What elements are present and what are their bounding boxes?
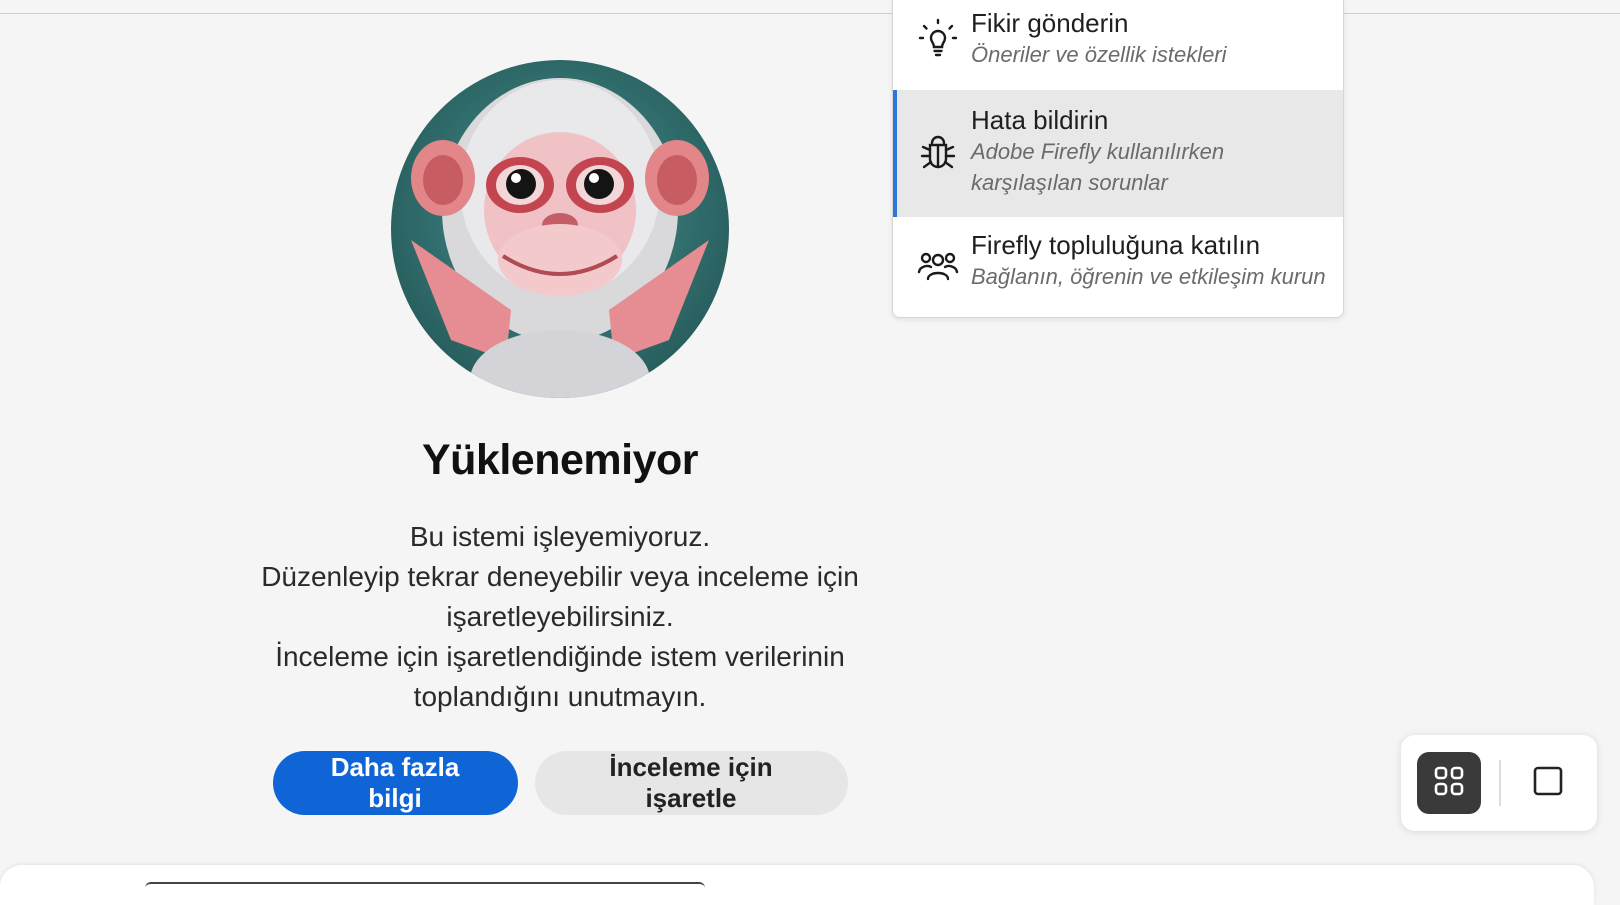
flag-for-review-button[interactable]: İnceleme için işaretle <box>534 751 848 815</box>
menu-item-community[interactable]: Firefly topluluğuna katılın Bağlanın, öğ… <box>893 217 1343 317</box>
view-switcher <box>1401 735 1597 831</box>
menu-item-report-bug[interactable]: Hata bildirin Adobe Firefly kullanılırke… <box>893 90 1343 217</box>
menu-item-subtitle: karşılaşılan sorunlar <box>971 170 1168 195</box>
menu-item-subtitle: Adobe Firefly kullanılırken <box>971 139 1225 164</box>
error-message: Bu istemi işleyemiyoruz. Düzenleyip tekr… <box>261 517 859 717</box>
grid-view-button[interactable] <box>1417 752 1481 814</box>
menu-item-title: Fikir gönderin <box>971 8 1129 38</box>
error-line: Düzenleyip tekrar deneyebilir veya incel… <box>261 561 859 592</box>
help-menu: Fikir gönderin Öneriler ve özellik istek… <box>892 0 1344 318</box>
menu-item-text: Fikir gönderin Öneriler ve özellik istek… <box>971 7 1227 70</box>
menu-item-text: Firefly topluluğuna katılın Bağlanın, öğ… <box>971 229 1326 292</box>
prompt-bar <box>0 865 1594 905</box>
menu-item-text: Hata bildirin Adobe Firefly kullanılırke… <box>971 104 1224 198</box>
menu-item-subtitle: Bağlanın, öğrenin ve etkileşim kurun <box>971 264 1326 289</box>
single-view-icon <box>1532 765 1564 802</box>
error-panel: Yüklenemiyor Bu istemi işleyemiyoruz. Dü… <box>225 60 895 815</box>
lightbulb-icon <box>917 17 959 59</box>
community-icon <box>917 245 959 287</box>
error-line: toplandığını unutmayın. <box>413 681 707 712</box>
menu-item-title: Firefly topluluğuna katılın <box>971 230 1261 260</box>
menu-item-feedback[interactable]: Fikir gönderin Öneriler ve özellik istek… <box>893 0 1343 90</box>
top-border <box>0 0 1620 14</box>
error-title: Yüklenemiyor <box>422 436 699 484</box>
bug-icon <box>917 132 959 174</box>
menu-item-subtitle: Öneriler ve özellik istekleri <box>971 42 1227 67</box>
error-line: işaretleyebilirsiniz. <box>446 601 674 632</box>
error-line: Bu istemi işleyemiyoruz. <box>409 521 711 552</box>
error-line: İnceleme için işaretlendiğinde istem ver… <box>275 641 845 672</box>
menu-item-title: Hata bildirin <box>971 105 1109 135</box>
single-view-button[interactable] <box>1516 752 1580 814</box>
error-actions: Daha fazla bilgi İnceleme için işaretle <box>272 751 848 815</box>
grid-view-icon <box>1433 765 1465 802</box>
monkey-illustration <box>411 78 709 398</box>
learn-more-button[interactable]: Daha fazla bilgi <box>272 751 518 815</box>
divider <box>1499 760 1501 806</box>
error-illustration <box>391 60 729 398</box>
prompt-input-edge[interactable] <box>145 882 705 888</box>
